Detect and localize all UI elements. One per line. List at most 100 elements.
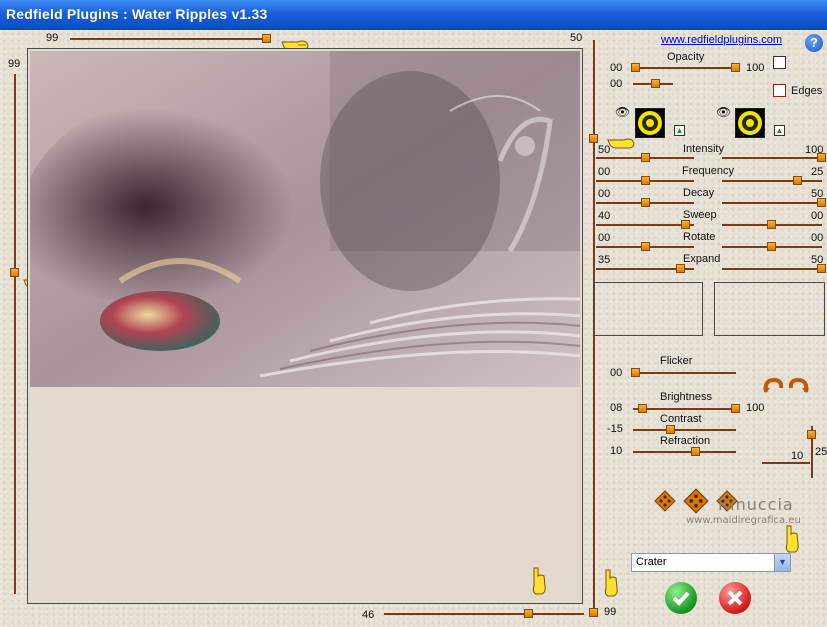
pointing-hand-icon <box>607 138 635 149</box>
texture-swatch-2[interactable] <box>735 108 765 138</box>
param-left-value: 35 <box>598 254 611 266</box>
opacity-label: Opacity <box>667 51 705 63</box>
second-row-knob[interactable] <box>651 79 660 88</box>
param-right-knob[interactable] <box>767 242 776 251</box>
side-slider-max: 25 <box>815 446 827 458</box>
brightness-knob-left[interactable] <box>638 404 647 413</box>
param-right-knob[interactable] <box>817 198 826 207</box>
brightness-knob-right[interactable] <box>731 404 740 413</box>
eye-icon[interactable]: 👁 <box>615 105 630 119</box>
texture-swatch-1[interactable] <box>635 108 665 138</box>
contrast-value: -15 <box>607 423 623 435</box>
param-right-slider[interactable] <box>722 268 822 270</box>
bottom-slider-value: 46 <box>362 609 375 621</box>
dice-icon[interactable] <box>654 490 676 512</box>
preview-image <box>30 51 580 387</box>
flicker-value: 00 <box>610 367 623 379</box>
second-row-value: 00 <box>610 78 623 90</box>
brightness-value: 08 <box>610 402 623 414</box>
param-right-knob[interactable] <box>817 264 826 273</box>
param-right-slider[interactable] <box>722 157 822 159</box>
param-left-value: 00 <box>598 188 611 200</box>
param-left-slider[interactable] <box>596 224 694 226</box>
top-slider-right-value: 50 <box>570 32 583 44</box>
param-left-knob[interactable] <box>641 242 650 251</box>
preset-select[interactable]: Crater ▼ <box>631 553 791 572</box>
help-icon[interactable]: ? <box>805 34 823 52</box>
color-box-right[interactable] <box>714 282 825 336</box>
param-right-value: 00 <box>811 232 824 244</box>
eye-icon[interactable]: 👁 <box>716 105 731 119</box>
param-left-value: 40 <box>598 210 611 222</box>
param-right-knob[interactable] <box>793 176 802 185</box>
check-icon <box>672 591 690 606</box>
chevron-down-icon[interactable]: ▼ <box>774 554 790 571</box>
side-slider-track[interactable] <box>762 462 810 464</box>
preset-selected: Crater <box>636 556 667 568</box>
top-slider-knob[interactable] <box>262 34 271 43</box>
bottom-right-value: 99 <box>604 606 617 618</box>
color-box-left[interactable] <box>593 282 703 336</box>
refraction-label: Refraction <box>660 435 711 447</box>
pointing-hand-icon <box>604 569 618 597</box>
edges-checkbox[interactable] <box>773 84 786 97</box>
top-slider-value: 99 <box>46 32 59 44</box>
param-right-slider[interactable] <box>722 180 822 182</box>
preview-area[interactable] <box>27 48 583 604</box>
refraction-knob[interactable] <box>691 447 700 456</box>
param-right-slider[interactable] <box>722 202 822 204</box>
undo-icon[interactable] <box>762 376 784 394</box>
param-label: Expand <box>683 253 721 265</box>
dialog-body: 99 50 99 46 99 www.redfieldplugins.com ?… <box>0 30 827 627</box>
refraction-slider[interactable] <box>633 451 736 453</box>
param-left-knob[interactable] <box>641 198 650 207</box>
bottom-slider[interactable] <box>384 613 584 615</box>
window-title: Redfield Plugins : Water Ripples v1.33 <box>0 0 827 30</box>
left-slider[interactable] <box>14 74 16 594</box>
x-icon <box>727 590 743 606</box>
pointing-hand-icon <box>785 525 799 553</box>
left-slider-value: 99 <box>8 58 21 70</box>
side-slider-knob[interactable] <box>807 430 816 439</box>
contrast-slider[interactable] <box>633 429 736 431</box>
param-label: Frequency <box>682 165 734 177</box>
cancel-button[interactable] <box>719 582 751 614</box>
contrast-knob[interactable] <box>666 425 675 434</box>
param-label: Intensity <box>683 143 724 155</box>
flicker-knob[interactable] <box>631 368 640 377</box>
opacity-knob-right[interactable] <box>731 63 740 72</box>
flicker-slider[interactable] <box>633 372 736 374</box>
pointing-hand-icon <box>532 567 546 595</box>
texture-1-arrow[interactable]: ▲ <box>674 125 685 136</box>
ok-button[interactable] <box>665 582 697 614</box>
top-slider[interactable] <box>70 38 270 40</box>
right-vertical-slider-knob-top[interactable] <box>589 134 598 143</box>
param-label: Decay <box>683 187 715 199</box>
left-slider-knob[interactable] <box>10 268 19 277</box>
dice-icon[interactable] <box>683 488 709 514</box>
param-left-knob[interactable] <box>641 176 650 185</box>
website-link[interactable]: www.redfieldplugins.com <box>661 34 782 46</box>
param-label: Rotate <box>683 231 716 243</box>
right-vertical-slider-knob-bottom[interactable] <box>589 608 598 617</box>
param-right-knob[interactable] <box>817 153 826 162</box>
param-left-value: 50 <box>598 144 611 156</box>
opacity-max: 100 <box>746 62 765 74</box>
bottom-slider-knob[interactable] <box>524 609 533 618</box>
texture-2-arrow[interactable]: ▲ <box>774 125 785 136</box>
param-left-knob[interactable] <box>641 153 650 162</box>
opacity-slider[interactable] <box>633 67 736 69</box>
contrast-label: Contrast <box>660 413 702 425</box>
brightness-label: Brightness <box>660 391 712 403</box>
opacity-checkbox[interactable] <box>773 56 786 69</box>
param-left-knob[interactable] <box>676 264 685 273</box>
param-right-value: 00 <box>811 210 824 222</box>
param-left-knob[interactable] <box>681 220 690 229</box>
param-right-value: 25 <box>811 166 824 178</box>
side-slider-value: 10 <box>791 450 804 462</box>
redo-icon[interactable] <box>788 376 810 394</box>
param-right-knob[interactable] <box>767 220 776 229</box>
opacity-knob-left[interactable] <box>631 63 640 72</box>
brightness-slider[interactable] <box>633 408 736 410</box>
refraction-value: 10 <box>610 445 623 457</box>
